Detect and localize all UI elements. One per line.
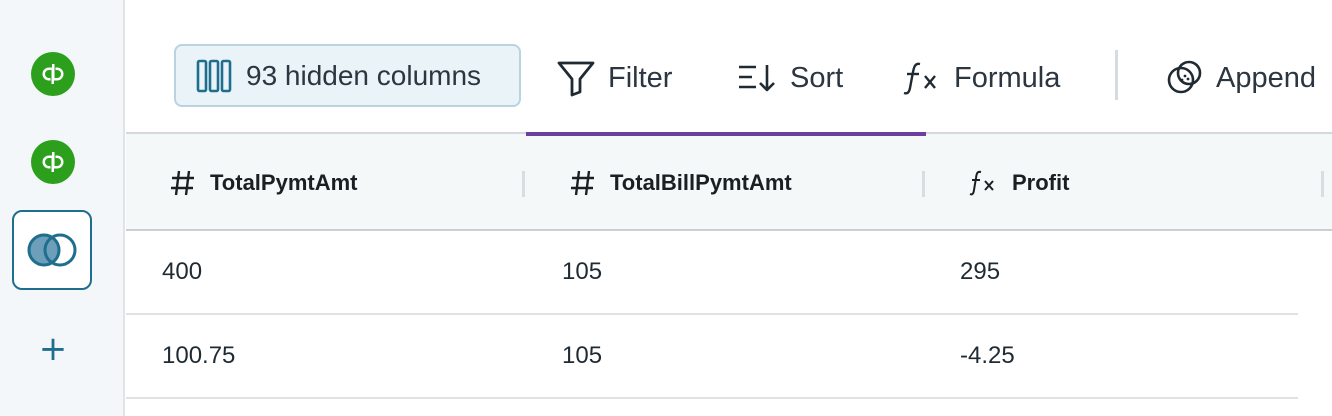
append-icon — [1166, 59, 1204, 97]
formula-icon — [902, 60, 942, 96]
merged-source-button[interactable] — [12, 210, 92, 290]
column-header-totalbillpymtamt[interactable]: TotalBillPymtAmt — [570, 134, 792, 231]
toolbar-divider — [1115, 50, 1118, 100]
table-cell[interactable]: 100.75 — [162, 315, 235, 397]
append-label: Append — [1216, 61, 1316, 94]
venn-merge-icon — [27, 233, 77, 267]
table-cell[interactable]: 400 — [162, 231, 202, 313]
quickbooks-icon — [42, 64, 64, 84]
quickbooks-source-button[interactable] — [31, 140, 75, 184]
toolbar: 93 hidden columns Filter Sort Formula Ap… — [126, 0, 1332, 132]
quickbooks-icon — [42, 152, 64, 172]
filter-button[interactable]: Filter — [556, 56, 672, 100]
table-cell[interactable]: -4.25 — [960, 315, 1015, 397]
columns-icon — [196, 59, 232, 92]
sources-sidebar: + — [0, 0, 125, 416]
plus-icon: + — [38, 329, 68, 369]
selected-column-indicator — [526, 132, 926, 136]
formula-type-icon — [968, 169, 998, 197]
add-source-button[interactable]: + — [34, 330, 72, 368]
table-cell[interactable]: 295 — [960, 231, 1000, 313]
column-name: Profit — [1012, 169, 1070, 195]
hidden-columns-label: 93 hidden columns — [246, 59, 482, 91]
column-name: TotalPymtAmt — [210, 169, 358, 195]
quickbooks-source-button[interactable] — [31, 52, 75, 96]
formula-button[interactable]: Formula — [902, 56, 1060, 100]
hidden-columns-button[interactable]: 93 hidden columns — [174, 44, 521, 107]
column-resize-handle[interactable] — [1321, 171, 1324, 197]
column-name: TotalBillPymtAmt — [610, 169, 792, 195]
sort-button[interactable]: Sort — [736, 56, 843, 100]
append-button[interactable]: Append — [1166, 56, 1316, 100]
filter-label: Filter — [608, 61, 673, 94]
column-header-profit[interactable]: Profit — [968, 134, 1069, 231]
number-type-icon — [570, 169, 596, 197]
number-type-icon — [170, 169, 196, 197]
sort-icon — [736, 62, 778, 94]
table-cell[interactable]: 105 — [562, 231, 602, 313]
table-header: TotalPymtAmt TotalBillPymtAmt Profit — [126, 132, 1332, 231]
column-resize-handle[interactable] — [922, 171, 925, 197]
table-cell[interactable]: 105 — [562, 315, 602, 397]
column-resize-handle[interactable] — [522, 171, 525, 197]
data-grid: TotalPymtAmt TotalBillPymtAmt Profit 400 — [126, 132, 1332, 416]
column-header-totalpymtamt[interactable]: TotalPymtAmt — [170, 134, 358, 231]
table-row: 100.75 105 -4.25 — [126, 315, 1298, 399]
sort-label: Sort — [790, 61, 844, 94]
formula-label: Formula — [954, 61, 1061, 94]
filter-icon — [556, 59, 596, 97]
table-row: 400 105 295 — [126, 231, 1298, 315]
